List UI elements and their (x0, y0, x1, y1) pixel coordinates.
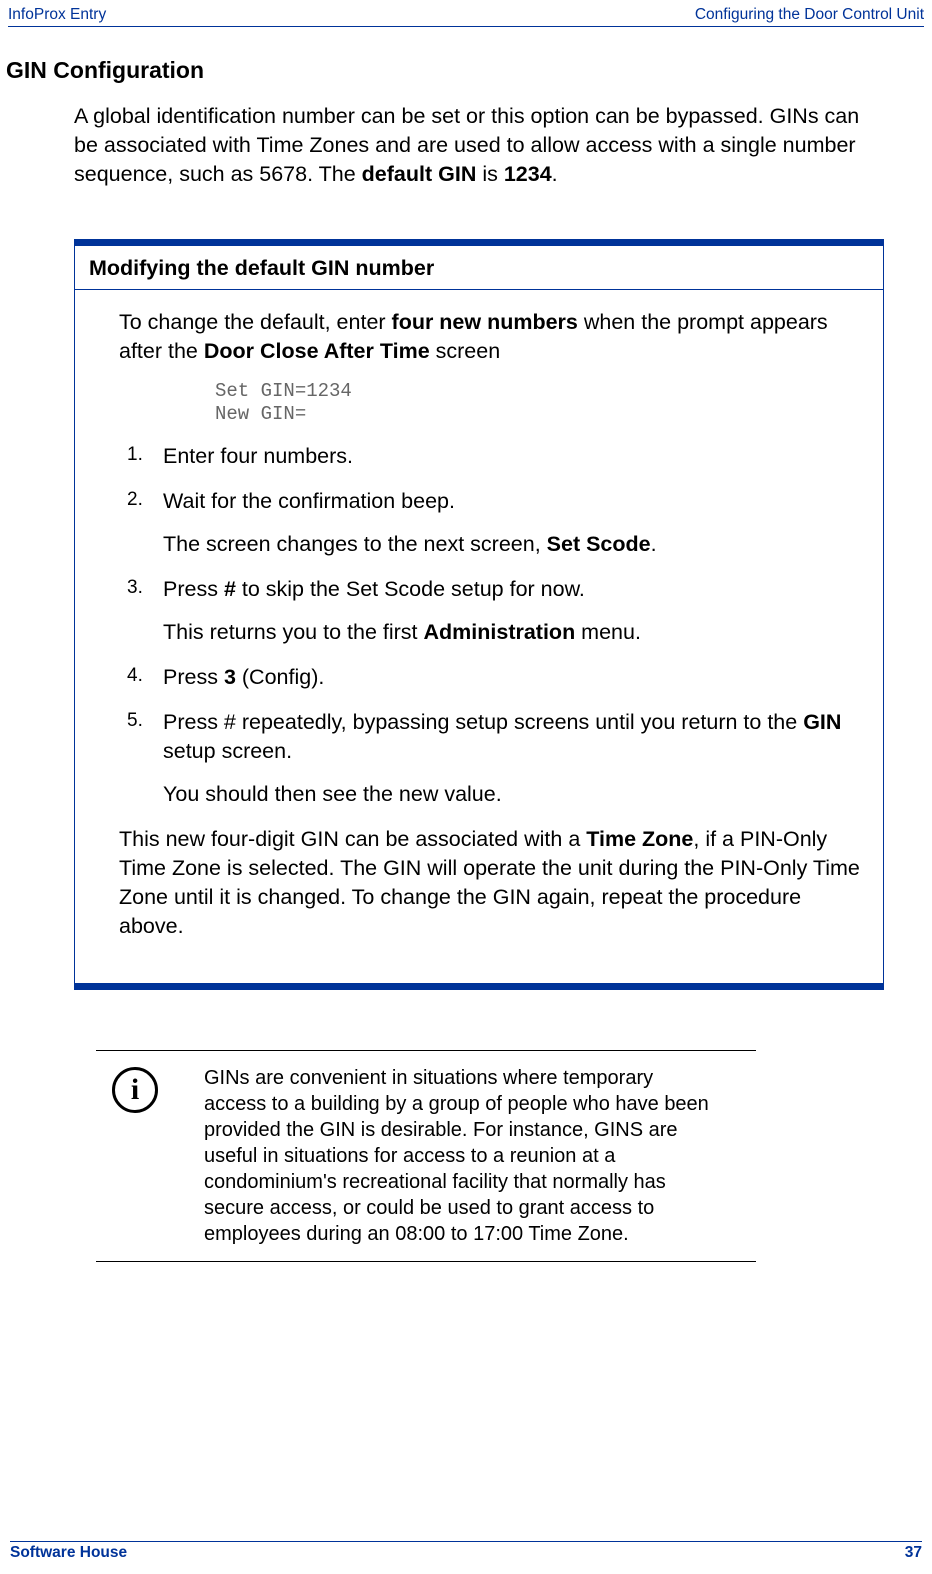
header-right: Configuring the Door Control Unit (695, 6, 924, 24)
box-body: To change the default, enter four new nu… (75, 290, 883, 983)
step-body: Press # repeatedly, bypassing setup scre… (163, 708, 863, 809)
step-item: 3.Press # to skip the Set Scode setup fo… (127, 575, 863, 647)
step-body: Wait for the confirmation beep. The scree… (163, 487, 863, 559)
info-note: i GINs are convenient in situations wher… (96, 1050, 756, 1262)
code-block: Set GIN=1234 New GIN= (215, 380, 863, 426)
info-icon-wrap: i (104, 1065, 204, 1247)
footer-rule (10, 1541, 922, 1542)
step-list: 1.Enter four numbers.2.Wait for the conf… (127, 442, 863, 809)
header-rule (8, 26, 924, 27)
step-paragraph: Press # to skip the Set Scode setup for … (163, 575, 863, 604)
box-lead: To change the default, enter four new nu… (119, 308, 863, 366)
step-paragraph: Enter four numbers. (163, 442, 863, 471)
footer-page-number: 37 (905, 1544, 922, 1562)
box-title-row: Modifying the default GIN number (75, 246, 883, 290)
step-number: 1. (127, 442, 163, 471)
step-item: 4.Press 3 (Config). (127, 663, 863, 692)
step-body: Press # to skip the Set Scode setup for … (163, 575, 863, 647)
page-header: InfoProx Entry Configuring the Door Cont… (0, 0, 932, 26)
step-paragraph: Press # repeatedly, bypassing setup scre… (163, 708, 863, 766)
step-number: 3. (127, 575, 163, 647)
section-heading: GIN Configuration (6, 57, 884, 84)
step-paragraph: You should then see the new value. (163, 780, 863, 809)
page-footer: Software House 37 (0, 1541, 932, 1562)
step-number: 4. (127, 663, 163, 692)
box-closing: This new four-digit GIN can be associate… (119, 825, 863, 941)
footer-left: Software House (10, 1544, 127, 1562)
step-paragraph: Wait for the confirmation beep. (163, 487, 863, 516)
step-body: Enter four numbers. (163, 442, 863, 471)
intro-paragraph: A global identification number can be se… (74, 102, 884, 189)
step-body: Press 3 (Config). (163, 663, 863, 692)
step-paragraph: Press 3 (Config). (163, 663, 863, 692)
step-item: 1.Enter four numbers. (127, 442, 863, 471)
info-icon: i (112, 1067, 158, 1113)
step-paragraph: This returns you to the first Administra… (163, 618, 863, 647)
box-title: Modifying the default GIN number (89, 256, 869, 281)
procedure-box: Modifying the default GIN number To chan… (74, 239, 884, 990)
step-number: 5. (127, 708, 163, 809)
step-item: 5.Press # repeatedly, bypassing setup sc… (127, 708, 863, 809)
info-text: GINs are convenient in situations where … (204, 1065, 748, 1247)
step-item: 2.Wait for the confirmation beep. The scr… (127, 487, 863, 559)
header-left: InfoProx Entry (8, 6, 106, 24)
step-paragraph: The screen changes to the next screen, S… (163, 530, 863, 559)
footer-row: Software House 37 (10, 1544, 922, 1562)
page-content: GIN Configuration A global identificatio… (0, 57, 932, 1262)
step-number: 2. (127, 487, 163, 559)
